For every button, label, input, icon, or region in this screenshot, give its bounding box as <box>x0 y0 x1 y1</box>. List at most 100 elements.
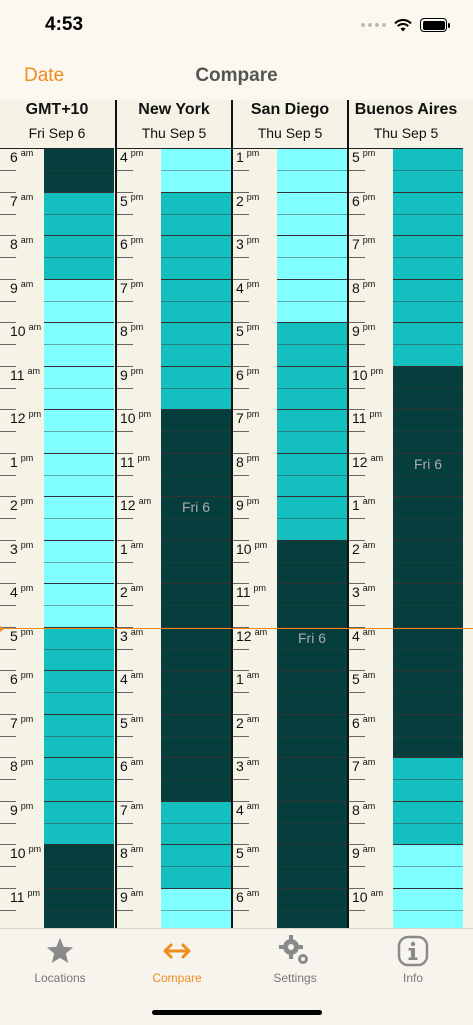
availability-block <box>161 540 231 584</box>
availability-block <box>277 671 347 715</box>
tick-mark <box>233 387 249 389</box>
compare-grid[interactable]: GMT+10 Fri Sep 6 6 am 7 am 8 am 9 am 10 am 11 am 12 pm 1… <box>0 100 473 928</box>
hour-label: 6 am <box>352 713 376 731</box>
tab-settings[interactable]: Settings <box>245 935 345 985</box>
hour-label: 6 pm <box>10 670 34 687</box>
availability-block <box>393 497 463 541</box>
hour-label: 4 am <box>352 626 376 644</box>
wifi-icon <box>394 18 412 31</box>
column-header: Buenos Aires Thu Sep 5 <box>349 100 463 149</box>
hour-row: 8 am <box>349 801 463 845</box>
availability-block <box>44 671 114 715</box>
timezone-column[interactable]: GMT+10 Fri Sep 6 6 am 7 am 8 am 9 am 10 am 11 am 12 pm 1… <box>0 100 114 928</box>
tick-mark <box>0 257 16 258</box>
tick-mark <box>349 518 365 519</box>
timezone-column[interactable]: New York Thu Sep 5 4 pm 5 pm 6 pm 7 pm 8 pm 9 pm 10 pm 1… <box>115 100 231 928</box>
hour-label: 4 pm <box>10 583 34 600</box>
availability-block <box>393 627 463 671</box>
location-name: New York <box>138 101 210 118</box>
tab-locations[interactable]: Locations <box>10 935 110 985</box>
hour-row: 6 pm <box>117 235 231 280</box>
current-time-marker[interactable] <box>0 622 4 635</box>
availability-block <box>44 366 114 410</box>
hour-label: 5 pm <box>236 322 260 339</box>
hour-row: 7 pm <box>117 279 231 323</box>
hour-label: 5 am <box>352 670 376 687</box>
hour-label: 6 pm <box>236 365 260 383</box>
hour-row: 2 am <box>233 714 347 758</box>
hour-row: 2 pm <box>233 192 347 236</box>
tick-mark <box>117 561 133 563</box>
availability-block <box>393 714 463 758</box>
hour-row: 10 pm <box>0 844 114 889</box>
tab-settings-label: Settings <box>273 971 317 985</box>
availability-block <box>44 627 114 671</box>
hour-row: 7 am <box>117 801 231 845</box>
hour-row: 4 pm <box>0 583 114 628</box>
hour-label: 9 pm <box>10 800 34 818</box>
day-change-label: Fri 6 <box>182 499 210 515</box>
availability-block <box>161 453 231 497</box>
tick-mark <box>233 648 249 650</box>
hour-label: 5 pm <box>120 191 144 209</box>
availability-block <box>393 323 463 367</box>
tick-mark <box>0 735 16 737</box>
hour-label: 10 pm <box>120 409 152 426</box>
hour-row: 8 am <box>117 844 231 889</box>
tick-mark <box>349 779 365 780</box>
hour-label: 2 am <box>352 539 376 557</box>
hour-row: 8 am <box>0 235 114 280</box>
tick-mark <box>0 474 16 476</box>
cellular-icon <box>361 23 386 27</box>
tick-mark <box>349 474 365 476</box>
tick-mark <box>0 692 16 693</box>
availability-block <box>277 845 347 889</box>
availability-block <box>161 366 231 410</box>
hour-label: 7 pm <box>10 713 34 731</box>
availability-block <box>44 323 114 367</box>
tick-mark <box>0 300 16 302</box>
hour-row: 5 am <box>117 714 231 758</box>
hour-label: 8 am <box>10 235 34 252</box>
availability-block <box>393 192 463 236</box>
hour-label: 3 am <box>120 626 144 644</box>
hour-label: 7 pm <box>352 235 376 252</box>
hour-label: 6 am <box>120 757 144 774</box>
hour-label: 4 am <box>120 670 144 687</box>
availability-block <box>277 584 347 628</box>
hour-row: 9 pm <box>349 322 463 367</box>
hour-row: 10 am <box>349 888 463 928</box>
timezone-column[interactable]: San Diego Thu Sep 5 1 pm 2 pm 3 pm 4 pm 5 pm 6 pm 7 pm 8… <box>231 100 347 928</box>
timezone-column[interactable]: Buenos Aires Thu Sep 5 5 pm 6 pm 7 pm 8 pm 9 pm 10 pm… <box>347 100 463 928</box>
battery-icon <box>420 18 450 32</box>
hour-label: 3 am <box>352 583 376 600</box>
hour-label: 4 pm <box>236 278 260 296</box>
hour-row: 10 pm <box>117 409 231 454</box>
hour-label: 1 am <box>120 539 144 557</box>
hour-label: 7 pm <box>236 409 260 426</box>
hour-label: 9 pm <box>120 365 144 383</box>
tick-mark <box>233 866 249 867</box>
hour-row: 1 am <box>233 670 347 715</box>
hour-row: 3 pm <box>233 235 347 280</box>
tick-mark <box>117 779 133 780</box>
hour-row: 6 pm <box>0 670 114 715</box>
hour-row: 4 pm <box>117 148 231 193</box>
hour-row: 9 am <box>117 888 231 928</box>
hour-label: 10 pm <box>352 365 384 383</box>
hour-row: 4 pm <box>233 278 347 323</box>
hour-row: 9 am <box>0 279 114 323</box>
page-title: Compare <box>195 65 278 86</box>
hour-row: 12 pm <box>0 409 114 454</box>
hour-row: 10 pm <box>349 365 463 410</box>
tab-info[interactable]: Info <box>363 935 463 985</box>
availability-block <box>44 888 114 928</box>
availability-block <box>277 366 347 410</box>
tick-mark <box>233 735 249 737</box>
tick-mark <box>117 344 133 345</box>
tick-mark <box>117 387 133 389</box>
hour-row: 6 am <box>0 148 114 193</box>
tick-mark <box>117 822 133 824</box>
tab-compare[interactable]: Compare <box>127 935 227 985</box>
availability-block <box>44 845 114 889</box>
